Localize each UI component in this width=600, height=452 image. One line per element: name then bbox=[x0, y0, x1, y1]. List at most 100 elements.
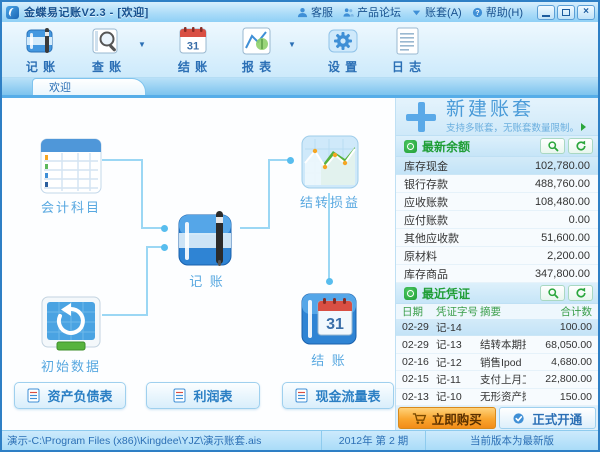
col-summary: 摘要 bbox=[480, 304, 526, 319]
node-closing[interactable]: 31 结 账 bbox=[300, 291, 358, 369]
vouchers-search-button[interactable] bbox=[540, 285, 565, 301]
balance-refresh-button[interactable] bbox=[568, 138, 593, 154]
connector-dot bbox=[161, 244, 168, 251]
voucher-date: 02-16 bbox=[402, 356, 436, 368]
connector-line bbox=[102, 314, 148, 316]
account-balance: 0.00 bbox=[569, 214, 590, 226]
balance-row[interactable]: 库存商品347,800.00 bbox=[396, 265, 598, 283]
app-logo-icon bbox=[6, 6, 19, 19]
cash-flow-button[interactable]: 现金流量表 bbox=[282, 382, 394, 409]
balance-row[interactable]: 银行存款488,760.00 bbox=[396, 175, 598, 193]
balance-search-button[interactable] bbox=[540, 138, 565, 154]
node-accounting-subjects[interactable]: 会计科目 bbox=[40, 138, 102, 216]
node-label: 记 账 bbox=[189, 271, 225, 290]
balance-row[interactable]: 应收账款108,480.00 bbox=[396, 193, 598, 211]
reports-dropdown-arrow[interactable]: ▼ bbox=[286, 28, 298, 60]
titlebar-menu-accounts[interactable]: 账套(A) bbox=[411, 4, 462, 20]
workflow-canvas: 会计科目 记 账 bbox=[2, 98, 396, 430]
balance-row[interactable]: 原材料2,200.00 bbox=[396, 247, 598, 265]
plus-icon bbox=[406, 102, 436, 132]
voucher-row[interactable]: 02-13记-10无形资产摊销150.00 bbox=[396, 389, 598, 406]
voucher-total: 22,800.00 bbox=[526, 373, 592, 385]
account-balance: 108,480.00 bbox=[535, 196, 590, 208]
voucher-no: 记-11 bbox=[436, 372, 480, 387]
maximize-icon bbox=[562, 9, 570, 16]
balance-row[interactable]: 应付账款0.00 bbox=[396, 211, 598, 229]
toolbar-button-bookkeeping[interactable]: 记 账 bbox=[12, 25, 70, 75]
toolbar-button-label: 查 账 bbox=[92, 58, 122, 75]
tab-welcome[interactable]: 欢迎 bbox=[32, 78, 146, 95]
balance-row[interactable]: 库存现金102,780.00 bbox=[396, 157, 598, 175]
audit-dropdown-arrow[interactable]: ▼ bbox=[136, 28, 148, 60]
balance-table: 库存现金102,780.00 银行存款488,760.00 应收账款108,48… bbox=[396, 157, 598, 283]
content-area: 会计科目 记 账 bbox=[2, 98, 598, 430]
close-button[interactable]: × bbox=[577, 5, 595, 20]
new-account-subtitle: 支持多账套，无账套数量限制。 bbox=[446, 120, 579, 134]
buy-now-button[interactable]: 立即购买 bbox=[398, 407, 496, 429]
connector-dot bbox=[287, 157, 294, 164]
voucher-row[interactable]: 02-15记-11支付上月工资22,800.00 bbox=[396, 371, 598, 388]
new-account-title: 新建账套 bbox=[446, 100, 586, 120]
minimize-button[interactable] bbox=[537, 5, 555, 20]
voucher-row[interactable]: 02-29记-13结转本期损益68,050.00 bbox=[396, 336, 598, 353]
toolbar-button-label: 结 账 bbox=[178, 58, 208, 75]
ledger-pen-icon bbox=[24, 25, 58, 57]
titlebar-link-label: 客服 bbox=[311, 4, 333, 20]
toolbar-button-audit[interactable]: 查 账 bbox=[78, 25, 136, 75]
maximize-button[interactable] bbox=[557, 5, 575, 20]
toolbar-button-label: 设 置 bbox=[328, 58, 358, 75]
toolbar-button-closing[interactable]: 31 结 账 bbox=[164, 25, 222, 75]
node-label: 结转损益 bbox=[300, 192, 360, 211]
titlebar-link-forum[interactable]: 产品论坛 bbox=[343, 4, 401, 20]
balance-section-title: 最新余额 bbox=[422, 138, 537, 155]
income-statement-button[interactable]: 利润表 bbox=[146, 382, 260, 409]
close-icon: × bbox=[583, 7, 589, 17]
chevron-down-icon bbox=[411, 7, 422, 18]
toolbar-button-label: 报 表 bbox=[242, 58, 272, 75]
balance-sheet-button[interactable]: 资产负债表 bbox=[14, 382, 126, 409]
node-initial-data[interactable]: 初始数据 bbox=[40, 295, 102, 375]
search-book-icon bbox=[90, 25, 124, 57]
purchase-bar: 立即购买 正式开通 bbox=[396, 406, 598, 430]
voucher-summary: 结转本期损益 bbox=[480, 337, 526, 352]
question-icon: ? bbox=[472, 7, 483, 18]
log-document-icon bbox=[390, 25, 424, 57]
svg-text:31: 31 bbox=[187, 41, 199, 53]
node-label: 结 账 bbox=[311, 350, 347, 369]
activate-button[interactable]: 正式开通 bbox=[499, 407, 597, 429]
clock-icon bbox=[404, 140, 417, 153]
connector-line bbox=[102, 159, 143, 161]
voucher-row[interactable]: 02-16记-12销售Ipod4,680.00 bbox=[396, 354, 598, 371]
app-window: 金蝶易记账V2.3 - [欢迎] 客服 产品论坛 账套(A) ? 帮助(H) × bbox=[0, 0, 600, 452]
col-voucher-no: 凭证字号 bbox=[436, 304, 480, 319]
accounts-table-icon bbox=[40, 138, 102, 194]
col-date: 日期 bbox=[402, 304, 436, 319]
voucher-summary: 无形资产摊销 bbox=[480, 389, 526, 404]
buy-now-label: 立即购买 bbox=[432, 409, 482, 428]
vouchers-refresh-button[interactable] bbox=[568, 285, 593, 301]
voucher-date: 02-29 bbox=[402, 339, 436, 351]
titlebar-menu-help[interactable]: ? 帮助(H) bbox=[472, 4, 523, 20]
toolbar-button-label: 日 志 bbox=[392, 58, 422, 75]
toolbar-button-log[interactable]: 日 志 bbox=[378, 25, 436, 75]
toolbar-button-settings[interactable]: 设 置 bbox=[314, 25, 372, 75]
balance-row[interactable]: 其他应收款51,600.00 bbox=[396, 229, 598, 247]
account-name: 库存现金 bbox=[404, 158, 535, 174]
node-profit-loss[interactable]: 结转损益 bbox=[300, 135, 360, 211]
voucher-date: 02-13 bbox=[402, 391, 436, 403]
tab-welcome-label: 欢迎 bbox=[49, 79, 71, 95]
toolbar-button-reports[interactable]: 报 表 bbox=[228, 25, 286, 75]
status-bar: 演示-C:\Program Files (x86)\Kingdee\YJZ\演示… bbox=[2, 430, 598, 450]
calendar-icon: 31 bbox=[176, 25, 210, 57]
voucher-no: 记-10 bbox=[436, 389, 480, 404]
titlebar: 金蝶易记账V2.3 - [欢迎] 客服 产品论坛 账套(A) ? 帮助(H) × bbox=[2, 2, 598, 22]
voucher-date: 02-29 bbox=[402, 321, 436, 333]
bookkeeping-icon bbox=[175, 210, 239, 268]
gear-icon bbox=[326, 25, 360, 57]
node-bookkeeping[interactable]: 记 账 bbox=[175, 210, 239, 290]
voucher-total: 68,050.00 bbox=[526, 339, 592, 351]
titlebar-link-support[interactable]: 客服 bbox=[297, 4, 333, 20]
new-account-button[interactable]: 新建账套 支持多账套，无账套数量限制。 bbox=[396, 98, 598, 136]
initial-data-monitor-icon bbox=[40, 295, 102, 353]
voucher-row[interactable]: 02-29记-14100.00 bbox=[396, 319, 598, 336]
